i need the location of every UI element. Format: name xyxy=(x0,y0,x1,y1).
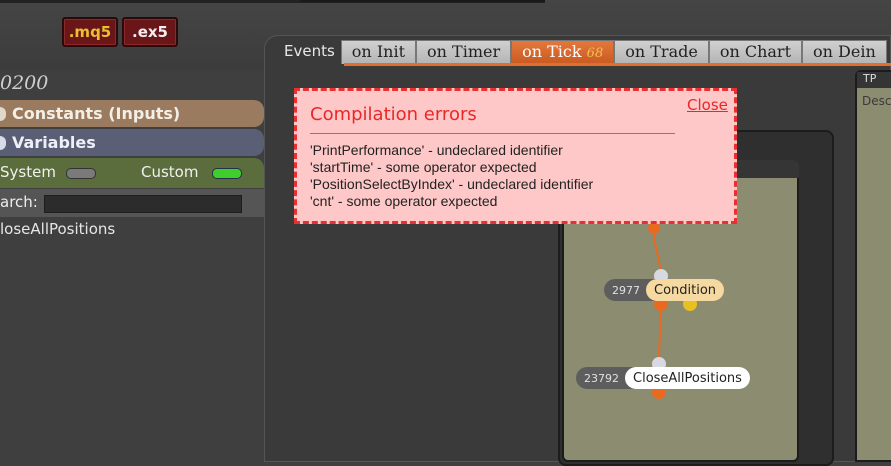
error-line: 'cnt' - some operator expected xyxy=(310,193,498,209)
popup-title: Compilation errors xyxy=(310,104,477,125)
error-list: 'PrintPerformance' - undeclared identifi… xyxy=(310,142,593,210)
compilation-errors-popup: Compilation errors Close 'PrintPerforman… xyxy=(294,88,737,224)
condition-node[interactable]: 2977 Condition xyxy=(604,279,725,301)
close-link[interactable]: Close xyxy=(687,96,728,114)
node-name: Condition xyxy=(646,279,725,301)
error-line: 'PositionSelectByIndex' - undeclared ide… xyxy=(310,176,594,192)
node-id: 23792 xyxy=(584,371,619,385)
popup-divider xyxy=(310,133,675,134)
error-line: 'startTime' - some operator expected xyxy=(310,159,537,175)
error-line: 'PrintPerformance' - undeclared identifi… xyxy=(310,142,563,158)
node-connectors xyxy=(648,221,697,399)
node-id: 2977 xyxy=(612,283,640,297)
close-all-positions-node[interactable]: 23792 CloseAllPositions xyxy=(576,367,750,389)
node-name: CloseAllPositions xyxy=(625,367,750,389)
